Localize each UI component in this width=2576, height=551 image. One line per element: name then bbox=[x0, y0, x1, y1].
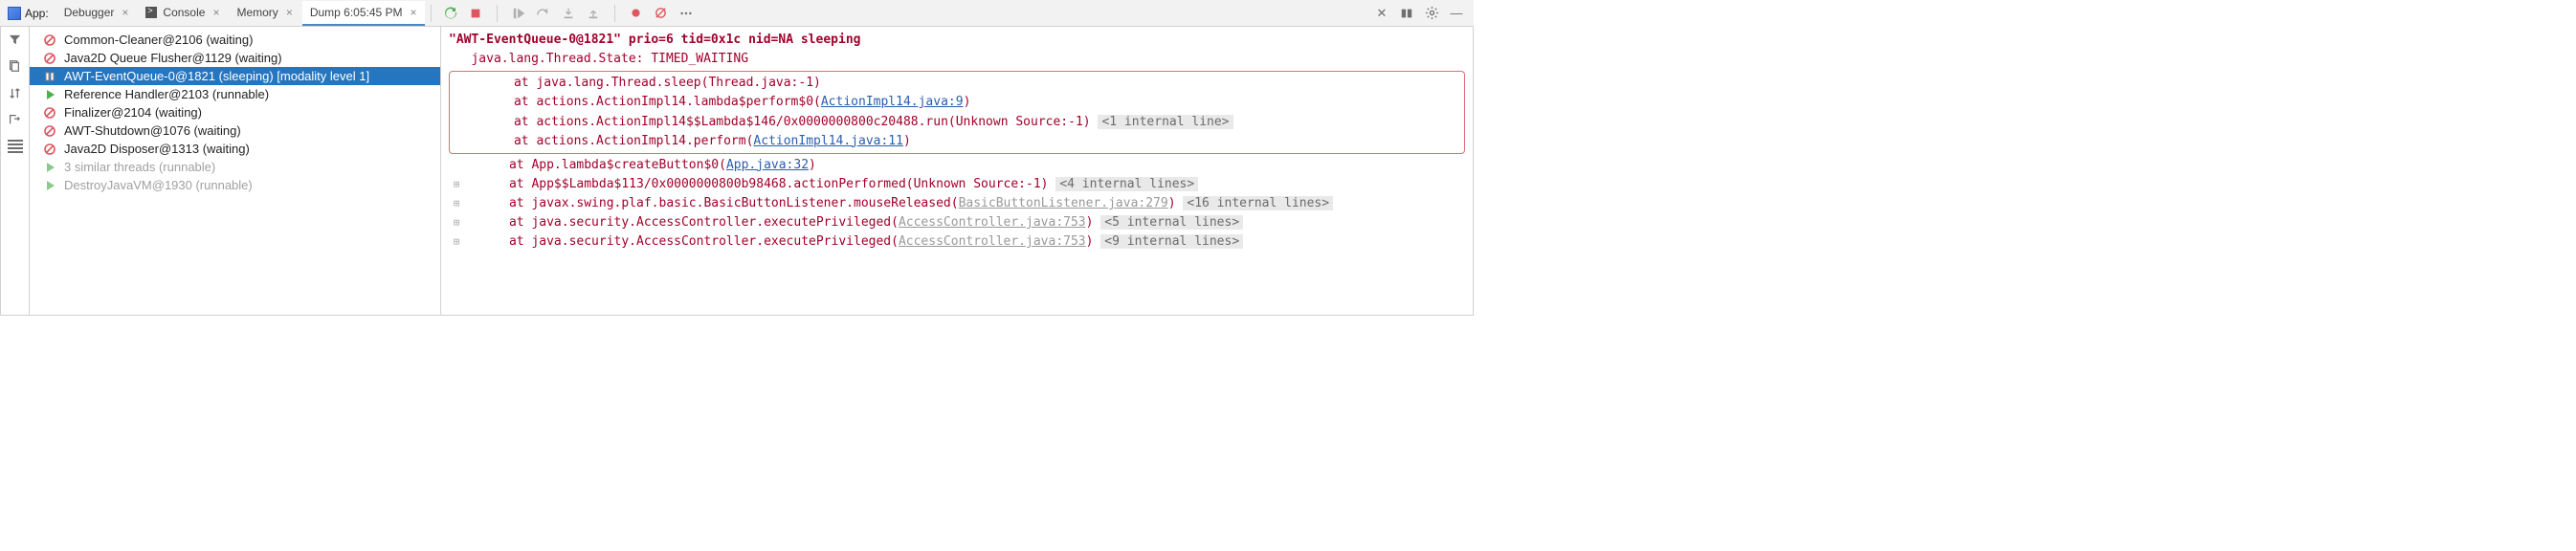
panel-body: Common-Cleaner@2106 (waiting) Java2D Queu… bbox=[0, 27, 1474, 316]
collapsed-frames[interactable]: <1 internal line> bbox=[1098, 115, 1232, 129]
thread-label: AWT-EventQueue-0@1821 (sleeping) [modali… bbox=[64, 69, 369, 83]
thread-row[interactable]: Java2D Disposer@1313 (waiting) bbox=[30, 140, 440, 158]
separator bbox=[497, 5, 498, 22]
thread-row[interactable]: AWT-EventQueue-0@1821 (sleeping) [modali… bbox=[30, 67, 440, 85]
thread-list: Common-Cleaner@2106 (waiting) Java2D Queu… bbox=[30, 27, 441, 315]
stack-frame: at actions.ActionImpl14.perform(ActionIm… bbox=[454, 132, 1460, 151]
tab-memory[interactable]: Memory × bbox=[229, 1, 300, 26]
resume-icon[interactable] bbox=[511, 6, 526, 21]
hide-icon[interactable]: — bbox=[1449, 6, 1464, 21]
collapsed-frames[interactable]: <4 internal lines> bbox=[1055, 177, 1198, 191]
app-icon bbox=[8, 7, 21, 20]
expand-icon[interactable]: ⊞ bbox=[449, 176, 464, 192]
expand-icon[interactable]: ⊞ bbox=[449, 233, 464, 250]
thread-label: Java2D Queue Flusher@1129 (waiting) bbox=[64, 51, 282, 65]
left-gutter bbox=[1, 27, 30, 315]
thread-label: AWT-Shutdown@1076 (waiting) bbox=[64, 123, 241, 138]
settings-icon[interactable] bbox=[1424, 6, 1439, 21]
stack-frame: ⊞ at java.security.AccessController.exec… bbox=[449, 232, 1465, 252]
stack-trace-pane: "AWT-EventQueue-0@1821" prio=6 tid=0x1c … bbox=[441, 27, 1473, 315]
thread-label: Finalizer@2104 (waiting) bbox=[64, 105, 202, 120]
thread-state-icon bbox=[43, 52, 56, 65]
tab-label: Memory bbox=[236, 6, 278, 19]
sort-icon[interactable] bbox=[8, 86, 23, 101]
thread-label: Java2D Disposer@1313 (waiting) bbox=[64, 142, 250, 156]
expand-icon[interactable]: ⊞ bbox=[449, 214, 464, 231]
mute-breakpoints-icon[interactable] bbox=[654, 6, 669, 21]
highlighted-frames: at java.lang.Thread.sleep(Thread.java:-1… bbox=[449, 71, 1465, 154]
tab-label: Dump 6:05:45 PM bbox=[310, 6, 403, 19]
thread-state-icon bbox=[43, 143, 56, 156]
collapsed-frames[interactable]: <16 internal lines> bbox=[1183, 196, 1333, 210]
stack-frame: at actions.ActionImpl14$$Lambda$146/0x00… bbox=[454, 113, 1460, 132]
stack-frame: ⊞ at App$$Lambda$113/0x0000000800b98468.… bbox=[449, 175, 1465, 194]
expand-icon[interactable]: ⊞ bbox=[449, 195, 464, 211]
source-link[interactable]: ActionImpl14.java:9 bbox=[821, 95, 964, 109]
close-icon[interactable]: × bbox=[284, 6, 293, 19]
thread-label: 3 similar threads (runnable) bbox=[64, 160, 215, 174]
step-over-icon[interactable] bbox=[536, 6, 551, 21]
source-link[interactable]: ActionImpl14.java:11 bbox=[753, 134, 903, 148]
window-toolbar: ✕ — bbox=[1368, 6, 1470, 21]
tab-label: Debugger bbox=[64, 6, 115, 19]
console-icon bbox=[145, 7, 157, 18]
app-label: App: bbox=[4, 7, 55, 20]
rerun-icon[interactable] bbox=[443, 6, 458, 21]
stack-frame: ⊞ at javax.swing.plaf.basic.BasicButtonL… bbox=[449, 194, 1465, 213]
tab-bar: App: Debugger × Console × Memory × Dump … bbox=[0, 0, 1474, 27]
run-toolbar bbox=[437, 5, 700, 22]
collapsed-frames[interactable]: <9 internal lines> bbox=[1100, 234, 1243, 249]
thread-header: "AWT-EventQueue-0@1821" prio=6 tid=0x1c … bbox=[449, 31, 1465, 50]
layout-icon[interactable] bbox=[1399, 6, 1414, 21]
source-link[interactable]: App.java:32 bbox=[726, 158, 809, 172]
source-link[interactable]: AccessController.java:753 bbox=[899, 215, 1086, 230]
source-link[interactable]: AccessController.java:753 bbox=[899, 234, 1086, 249]
thread-label: DestroyJavaVM@1930 (runnable) bbox=[64, 178, 253, 192]
thread-state-icon bbox=[43, 33, 56, 47]
thread-row[interactable]: AWT-Shutdown@1076 (waiting) bbox=[30, 121, 440, 140]
close-icon[interactable]: × bbox=[409, 6, 417, 19]
thread-state-icon bbox=[43, 161, 56, 174]
tab-label: Console bbox=[163, 6, 205, 19]
thread-state-icon bbox=[43, 88, 56, 101]
thread-row[interactable]: Finalizer@2104 (waiting) bbox=[30, 103, 440, 121]
view-breakpoints-icon[interactable] bbox=[629, 6, 644, 21]
close-panel-icon[interactable]: ✕ bbox=[1374, 6, 1389, 21]
thread-row[interactable]: DestroyJavaVM@1930 (runnable) bbox=[30, 176, 440, 194]
thread-row[interactable]: Common-Cleaner@2106 (waiting) bbox=[30, 31, 440, 49]
thread-row[interactable]: Java2D Queue Flusher@1129 (waiting) bbox=[30, 49, 440, 67]
stack-frame: at App.lambda$createButton$0(App.java:32… bbox=[449, 156, 1465, 175]
tab-console[interactable]: Console × bbox=[138, 1, 227, 26]
source-link[interactable]: BasicButtonListener.java:279 bbox=[959, 196, 1168, 210]
separator bbox=[431, 5, 432, 22]
step-into-icon[interactable] bbox=[561, 6, 576, 21]
thread-label: Reference Handler@2103 (runnable) bbox=[64, 87, 269, 101]
app-label-text: App: bbox=[25, 7, 49, 20]
close-icon[interactable]: × bbox=[120, 6, 128, 19]
tab-dump[interactable]: Dump 6:05:45 PM × bbox=[302, 1, 425, 26]
step-out-icon[interactable] bbox=[586, 6, 601, 21]
thread-state-icon bbox=[43, 124, 56, 138]
stop-icon[interactable] bbox=[468, 6, 483, 21]
more-icon[interactable] bbox=[678, 6, 694, 21]
close-icon[interactable]: × bbox=[211, 6, 219, 19]
thread-state: java.lang.Thread.State: TIMED_WAITING bbox=[449, 50, 1465, 69]
collapsed-frames[interactable]: <5 internal lines> bbox=[1100, 215, 1243, 230]
copy-icon[interactable] bbox=[8, 59, 23, 75]
stack-frame: at actions.ActionImpl14.lambda$perform$0… bbox=[454, 93, 1460, 112]
thread-label: Common-Cleaner@2106 (waiting) bbox=[64, 33, 253, 47]
filter-icon[interactable] bbox=[8, 33, 23, 48]
separator bbox=[614, 5, 615, 22]
thread-row[interactable]: Reference Handler@2103 (runnable) bbox=[30, 85, 440, 103]
merge-icon[interactable] bbox=[8, 140, 23, 153]
thread-state-icon bbox=[43, 106, 56, 120]
thread-row[interactable]: 3 similar threads (runnable) bbox=[30, 158, 440, 176]
stack-frame: at java.lang.Thread.sleep(Thread.java:-1… bbox=[454, 74, 1460, 93]
export-icon[interactable] bbox=[8, 113, 23, 128]
tab-debugger[interactable]: Debugger × bbox=[56, 1, 137, 26]
stack-frame: ⊞ at java.security.AccessController.exec… bbox=[449, 213, 1465, 232]
thread-state-icon bbox=[43, 179, 56, 192]
thread-state-icon bbox=[43, 70, 56, 83]
